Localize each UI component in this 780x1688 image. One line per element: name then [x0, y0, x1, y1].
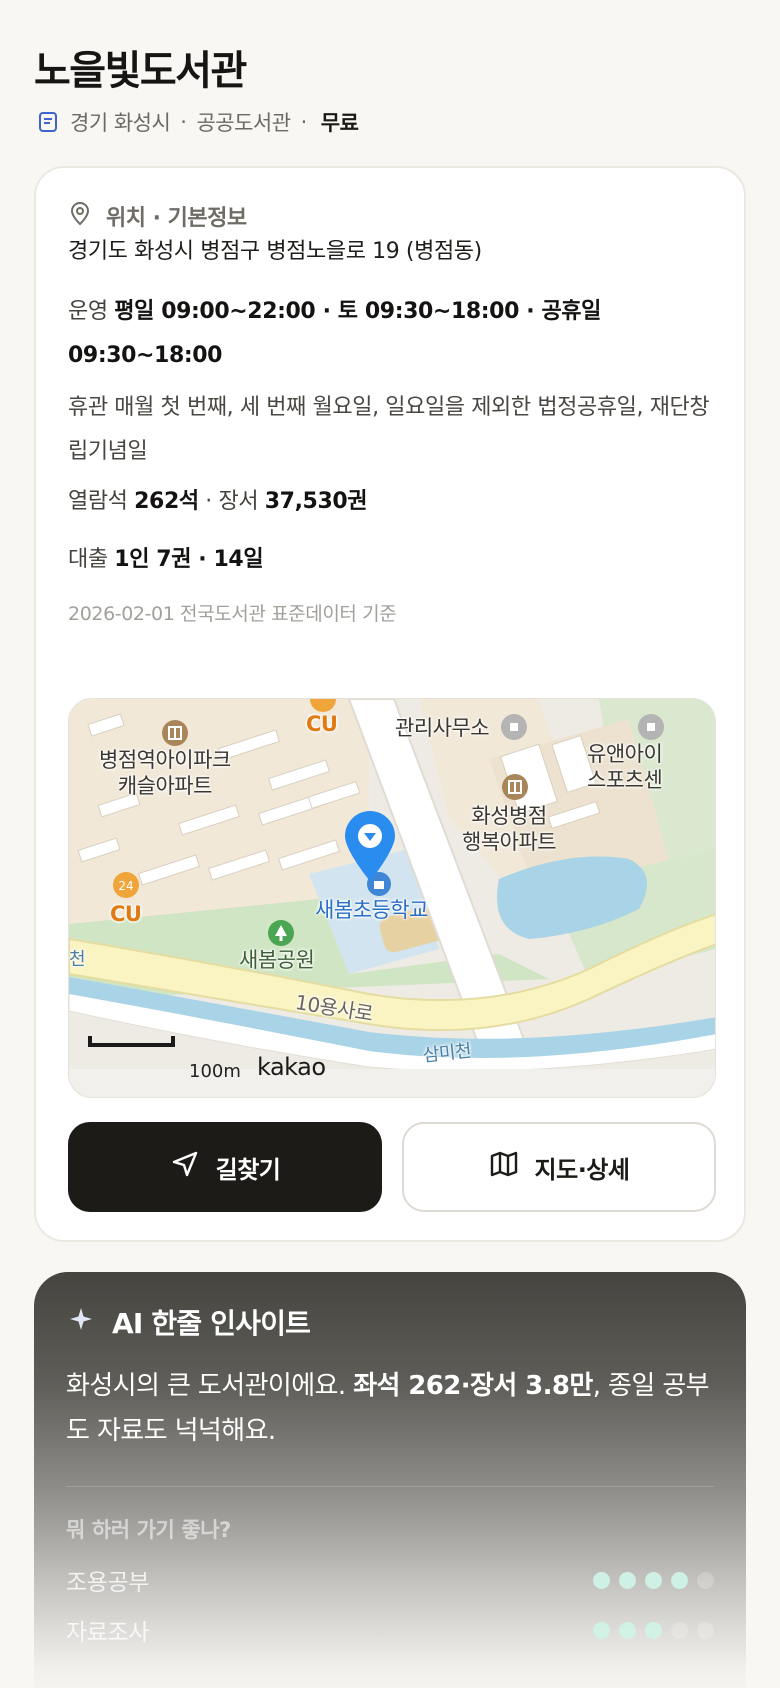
map-detail-button-label: 지도·상세 [534, 1155, 630, 1184]
fee-text: 무료 [320, 111, 359, 135]
hours-label: 운영 [68, 299, 108, 324]
library-detail-page: 노을빛도서관 경기 화성시 · 공공도서관 · 무료 위치 · 기본정보 경기도… [0, 0, 780, 1688]
sparkle-icon [68, 1306, 94, 1339]
map-label-store: CU [110, 902, 142, 926]
rating-dot-filled [645, 1571, 662, 1589]
ai-insight-card: AI 한줄 인사이트 화성시의 큰 도서관이에요. 좌석 262·장서 3.8만… [34, 1272, 746, 1688]
category-text: 공공도서관 [196, 111, 291, 135]
data-source-text: 2026-02-01 전국도서관 표준데이터 기준 [68, 603, 397, 625]
map-label-stream: 천 [69, 949, 86, 970]
loan-label: 대출 [68, 547, 108, 572]
map-detail-button[interactable]: 지도·상세 [402, 1122, 716, 1212]
meta-separator: · [300, 110, 308, 134]
rating-dot-filled [593, 1571, 610, 1589]
rating-dot-filled [619, 1571, 636, 1589]
map-label-apartment: 병점역아이파크 캐슬아파트 [99, 748, 231, 798]
rating-label: 자료조사 [66, 1620, 150, 1646]
address-text: 경기도 화성시 병점구 병점노을로 19 (병점동) [68, 239, 482, 264]
map-label-stream: 삼미천 [421, 1040, 473, 1067]
info-section-header: 위치 · 기본정보 [68, 198, 247, 234]
ai-insight-title: AI 한줄 인사이트 [112, 1307, 311, 1340]
capacity-row: 열람석 262석 · 장서 37,530권 [68, 480, 718, 524]
info-section-title: 위치 · 기본정보 [106, 206, 247, 231]
books-value: 37,530권 [264, 489, 368, 514]
rating-row: 자료조사 [66, 1612, 714, 1648]
closed-days-text: 휴관 매월 첫 번째, 세 번째 월요일, 일요일을 제외한 법정공휴일, 재단… [68, 395, 710, 464]
navigation-arrow-icon [170, 1149, 200, 1185]
ai-insight-header: AI 한줄 인사이트 [68, 1302, 311, 1342]
location-map[interactable]: 24 CU 병점역아이파크 캐슬아파트 관리사무소 유앤아이 스포츠센 화성병점… [68, 698, 716, 1098]
directions-button[interactable]: 길찾기 [68, 1122, 382, 1212]
rating-dot-filled [671, 1571, 688, 1589]
hours-row: 운영 평일 09:00~22:00 · 토 09:30~18:00 · 공휴일 … [68, 290, 718, 378]
hours-value: 평일 09:00~22:00 · 토 09:30~18:00 · 공휴일 09:… [68, 299, 601, 368]
ai-question: 뭐 하러 가기 좋나? [66, 1518, 231, 1542]
rating-dot-empty [671, 1621, 688, 1639]
directions-button-label: 길찾기 [215, 1155, 281, 1184]
seats-label: 열람석 [68, 489, 128, 514]
rating-row: 조용공부 [66, 1562, 714, 1598]
map-label-apartment: 화성병점 행복아파트 [462, 804, 557, 854]
map-label-school: 새봄초등학교 [315, 898, 428, 922]
loan-value: 1인 7권 · 14일 [114, 547, 264, 572]
ai-summary-text: 화성시의 큰 도서관이에요. [66, 1371, 354, 1401]
info-card: 위치 · 기본정보 경기도 화성시 병점구 병점노을로 19 (병점동) 운영 … [34, 166, 746, 1242]
document-icon [36, 110, 60, 134]
rating-dot-empty [697, 1571, 714, 1589]
library-meta: 경기 화성시 · 공공도서관 · 무료 [36, 104, 359, 140]
rating-dots [593, 1621, 714, 1639]
map-icon [489, 1149, 519, 1185]
ai-summary-highlight: 좌석 262·장서 3.8만 [353, 1371, 593, 1401]
rating-label: 조용공부 [66, 1570, 150, 1596]
map-label-store: CU [306, 712, 338, 736]
divider [66, 1486, 714, 1487]
meta-separator: · [180, 110, 187, 134]
rating-dot-filled [645, 1621, 662, 1639]
books-label: · 장서 [205, 489, 259, 514]
map-provider-logo: kakao [257, 1053, 326, 1081]
rating-dots [593, 1571, 714, 1589]
rating-dot-empty [697, 1621, 714, 1639]
rating-dot-filled [593, 1621, 610, 1639]
map-scale: 100m [189, 1061, 241, 1082]
map-label-sports: 유앤아이 스포츠센 [587, 742, 663, 792]
page-title: 노을빛도서관 [34, 48, 247, 94]
seats-value: 262석 [134, 489, 199, 514]
rating-dot-filled [619, 1621, 636, 1639]
location-pin-icon [68, 200, 92, 232]
svg-text:24: 24 [118, 879, 133, 893]
map-label-park: 새봄공원 [239, 948, 315, 972]
ai-insight-summary: 화성시의 큰 도서관이에요. 좌석 262·장서 3.8만, 종일 공부도 자료… [66, 1364, 726, 1454]
region-text: 경기 화성시 [70, 111, 171, 135]
loan-row: 대출 1인 7권 · 14일 [68, 538, 718, 582]
map-label-office: 관리사무소 [395, 716, 490, 740]
